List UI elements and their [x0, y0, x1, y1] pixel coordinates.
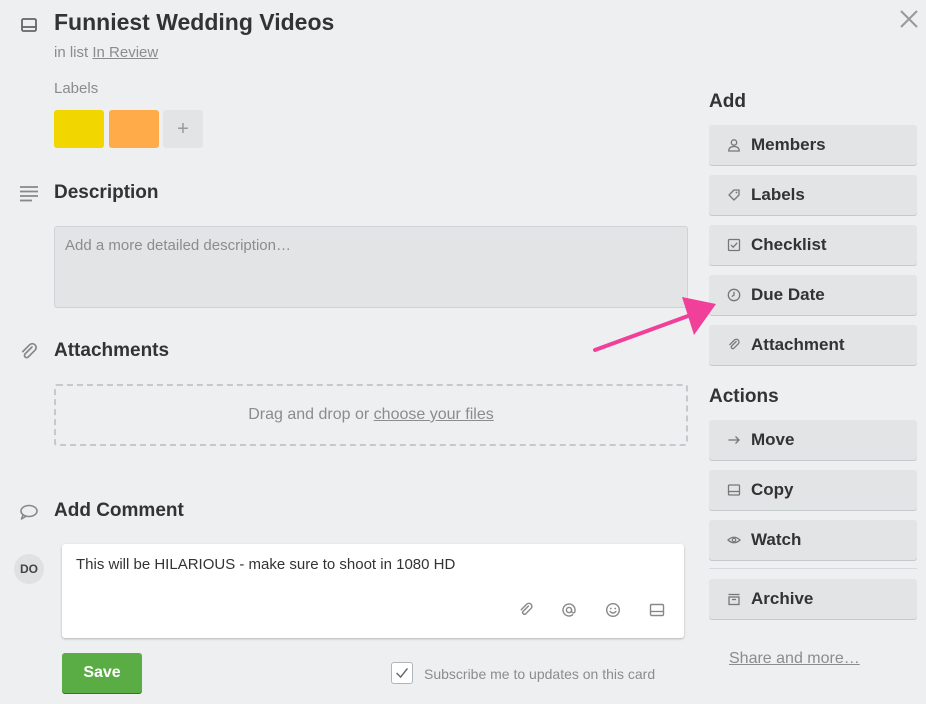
copy-button[interactable]: Copy: [709, 470, 917, 510]
actions-heading: Actions: [709, 386, 779, 407]
attachments-heading: Attachments: [54, 340, 170, 361]
clock-icon: [727, 288, 741, 302]
due-date-button[interactable]: Due Date: [709, 275, 917, 315]
card-link-icon[interactable]: [649, 602, 665, 618]
card-icon: [21, 18, 37, 32]
card-list-info: in list In Review: [54, 44, 158, 61]
checklist-label: Checklist: [751, 235, 827, 254]
archive-label: Archive: [751, 589, 814, 608]
subscribe-label[interactable]: Subscribe me to updates on this card: [424, 666, 655, 682]
arrow-right-icon: [728, 436, 740, 444]
move-button[interactable]: Move: [709, 420, 917, 460]
attachment-button[interactable]: Attachment: [709, 325, 917, 365]
list-link[interactable]: In Review: [92, 44, 158, 61]
label-chip-yellow[interactable]: [54, 110, 104, 148]
members-label: Members: [751, 135, 826, 154]
labels-heading: Labels: [54, 80, 99, 97]
sidebar-divider: [709, 568, 917, 569]
in-list-prefix: in list: [54, 44, 89, 61]
card-icon: [727, 484, 741, 496]
choose-files-link[interactable]: choose your files: [374, 406, 494, 423]
share-and-more-link[interactable]: Share and more…: [729, 650, 860, 668]
attachment-drop-zone[interactable]: Drag and drop or choose your files: [54, 384, 688, 446]
checklist-icon: [727, 238, 741, 252]
labels-label: Labels: [751, 185, 805, 204]
checklist-button[interactable]: Checklist: [709, 225, 917, 265]
card-title[interactable]: Funniest Wedding Videos: [54, 8, 334, 36]
watch-label: Watch: [751, 530, 802, 549]
comment-icon: [20, 504, 38, 520]
tag-icon: [728, 189, 740, 201]
mention-icon[interactable]: [561, 602, 577, 618]
description-icon: [20, 186, 38, 202]
archive-button[interactable]: Archive: [709, 579, 917, 619]
subscribe-checkbox[interactable]: [391, 662, 413, 684]
attach-icon[interactable]: [518, 602, 534, 618]
add-heading: Add: [709, 91, 746, 112]
labels-button[interactable]: Labels: [709, 175, 917, 215]
annotation-arrow-icon: [593, 297, 716, 352]
avatar[interactable]: DO: [14, 554, 44, 584]
members-button[interactable]: Members: [709, 125, 917, 165]
add-comment-heading: Add Comment: [54, 500, 184, 521]
copy-label: Copy: [751, 480, 794, 499]
save-button[interactable]: Save: [62, 653, 142, 693]
comment-input[interactable]: This will be HILARIOUS - make sure to sh…: [62, 544, 684, 638]
description-heading: Description: [54, 182, 159, 203]
checkmark-icon: [396, 668, 409, 679]
due-date-label: Due Date: [751, 285, 825, 304]
move-label: Move: [751, 430, 795, 449]
person-icon: [728, 139, 740, 152]
paperclip-icon: [21, 342, 37, 359]
eye-icon: [727, 536, 741, 544]
close-icon[interactable]: [898, 8, 920, 30]
emoji-icon[interactable]: [605, 602, 621, 618]
label-chip-orange[interactable]: [109, 110, 159, 148]
drop-zone-text: Drag and drop or: [248, 406, 370, 423]
add-label-button[interactable]: +: [163, 110, 203, 148]
paperclip-icon: [729, 338, 740, 350]
archive-icon: [728, 593, 740, 606]
watch-button[interactable]: Watch: [709, 520, 917, 560]
attachment-label: Attachment: [751, 335, 845, 354]
